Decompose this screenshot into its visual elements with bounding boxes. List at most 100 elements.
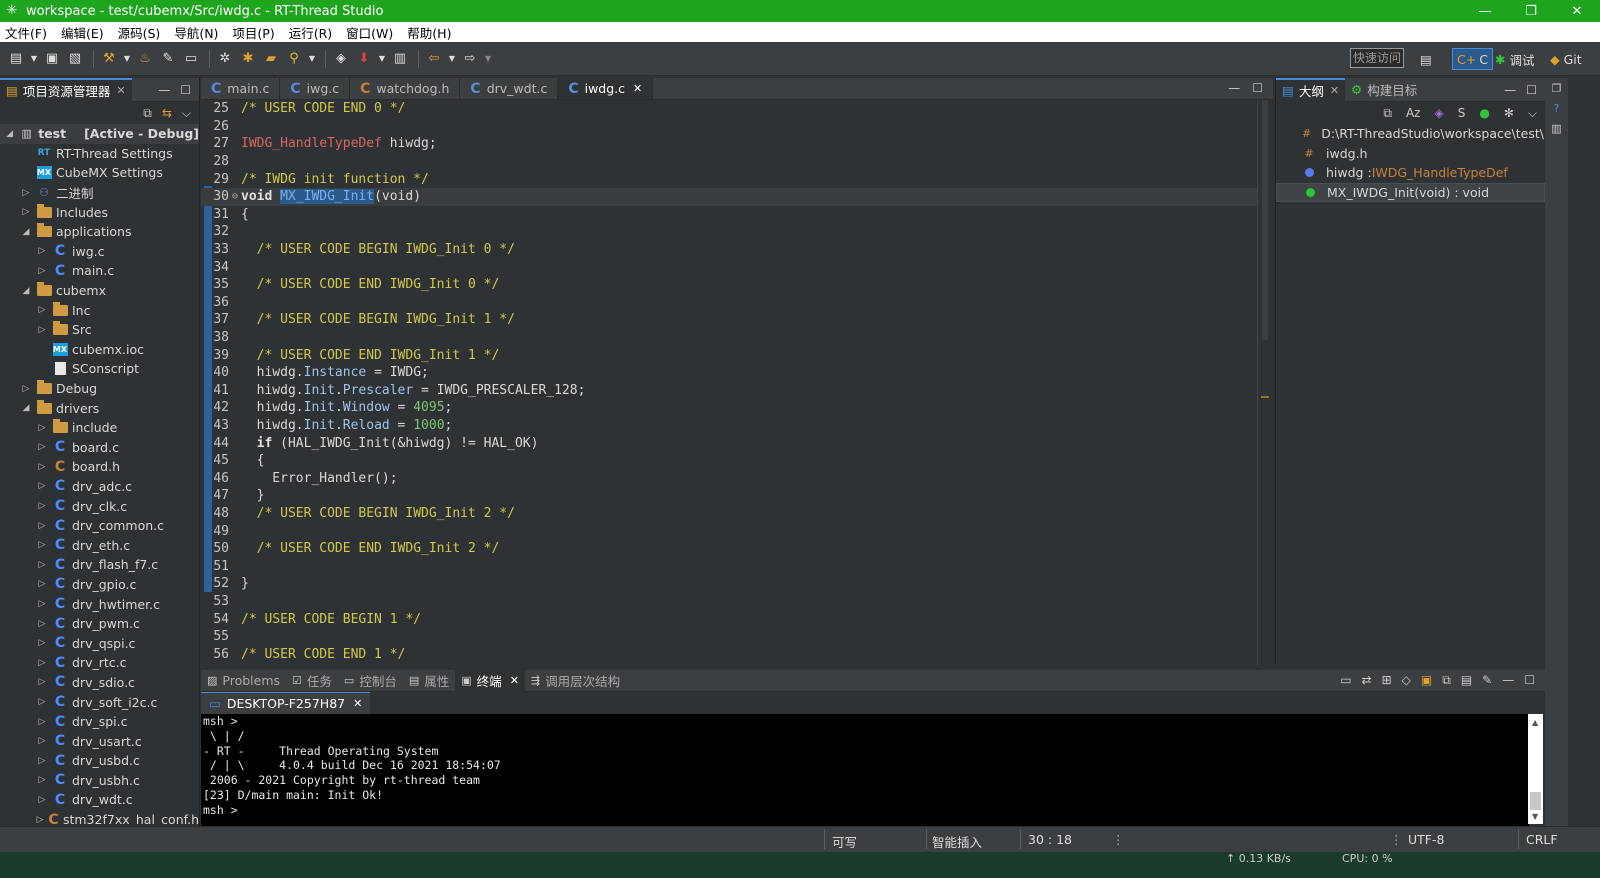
editor-tab[interactable]: Cmain.c [201,78,281,99]
collapsed-arrow-icon[interactable]: ▷ [36,658,48,668]
code-line[interactable]: 43 hiwdg. Init. Reload = 1000; [201,417,1257,435]
tab-project-explorer[interactable]: ▤ 项目资源管理器 ✕ [0,77,132,102]
code-line[interactable]: 32 [201,223,1257,241]
expanded-arrow-icon[interactable]: ◢ [20,403,32,413]
tree-item[interactable]: ▷ Cdrv_hwtimer.c [0,594,199,614]
tree-item[interactable]: ▷ Cdrv_rtc.c [0,653,199,673]
code-line[interactable]: 42 hiwdg. Init. Window = 4095; [201,399,1257,417]
minimized-view-icon[interactable]: ▥ [1549,122,1565,138]
tree-item[interactable]: ▷ Cdrv_usbh.c [0,771,199,791]
collapsed-arrow-icon[interactable]: ▷ [36,795,48,805]
editor-tab[interactable]: Cdrv_wdt.c [460,78,559,99]
bottom-tab[interactable]: ▨ Problems [201,670,286,692]
collapsed-arrow-icon[interactable]: ▷ [36,717,48,727]
terminal-output[interactable]: msh > \ | / - RT - Thread Operating Syste… [201,714,1529,826]
maximize-button[interactable]: ❐ [1508,4,1554,19]
collapsed-arrow-icon[interactable]: ▷ [36,775,48,785]
scroll-up-icon[interactable]: ▲ [1532,718,1538,727]
tree-item[interactable]: ▷ Cdrv_gpio.c [0,575,199,595]
tree-item[interactable]: ▷ Cdrv_adc.c [0,477,199,497]
collapsed-arrow-icon[interactable]: ▷ [36,462,48,472]
collapsed-arrow-icon[interactable]: ▷ [36,442,48,452]
tree-item[interactable]: ▷ ⚇ 二进制 [0,183,199,203]
perspective-debug-button[interactable]: ✱ 调试 [1495,48,1535,70]
quick-access-input[interactable]: 快速访问 [1350,48,1404,68]
bottom-tab[interactable]: ⇶ 调用层次结构 [525,670,626,692]
collapsed-arrow-icon[interactable]: ▷ [36,305,48,315]
scroll-lock-icon[interactable]: ⊞ [1382,673,1392,688]
tree-item[interactable]: RT RT-Thread Settings [0,144,199,164]
tree-item[interactable]: ▷ Cdrv_usbd.c [0,751,199,771]
download-icon[interactable]: ⬇ [354,49,374,69]
collapsed-arrow-icon[interactable]: ▷ [36,560,48,570]
menu-item-3[interactable]: 导航(N) [169,23,223,42]
bottom-tab[interactable]: ▤ 属性 [403,670,455,692]
collapsed-arrow-icon[interactable]: ▷ [36,325,48,335]
outline-tab[interactable]: ⚙ 构建目标 [1345,78,1423,102]
menu-item-1[interactable]: 编辑(E) [56,23,109,42]
collapsed-arrow-icon[interactable]: ▷ [36,756,48,766]
code-line[interactable]: 25 /* USER CODE END 0 */ [201,100,1257,118]
view-menu-icon[interactable]: ⌵ [1528,106,1537,121]
sort-icon[interactable]: Az [1406,106,1421,120]
bottom-tab[interactable]: ▣ 终端 ✕ [455,669,525,692]
dropdown-icon[interactable]: ▼ [377,49,387,69]
scroll-down-icon[interactable]: ▼ [1532,812,1538,821]
tree-item[interactable]: ▷ include [0,418,199,438]
link-editor-icon[interactable]: ⇆ [162,106,172,120]
minimize-panel-icon[interactable]: — [1502,673,1514,688]
restore-icon[interactable]: ❐ [1549,82,1565,98]
code-line[interactable]: 48 /* USER CODE BEGIN IWDG_Init 2 */ [201,505,1257,523]
tools-icon[interactable]: ✎ [158,49,178,69]
collapsed-arrow-icon[interactable]: ▷ [36,697,48,707]
fold-icon[interactable]: ⊖ [229,191,241,202]
hide-fields-icon[interactable]: ◈ [1434,106,1443,120]
tree-item[interactable]: ▷ Cdrv_sdio.c [0,673,199,693]
outline-tab[interactable]: ▤ 大纲 ✕ [1276,77,1346,102]
maximize-panel-icon[interactable]: ☐ [180,83,191,97]
collapse-all-icon[interactable]: ⧉ [143,106,152,121]
collapsed-arrow-icon[interactable]: ▷ [20,384,32,394]
code-line[interactable]: 55 [201,628,1257,646]
monitor-icon[interactable]: ▭ [181,49,201,69]
encoding-status[interactable]: UTF-8 [1408,832,1444,847]
tree-item[interactable]: ▷ Cboard.h [0,457,199,477]
scrollbar-thumb[interactable] [1530,792,1541,810]
search-icon[interactable]: ⚲ [284,49,304,69]
menu-item-0[interactable]: 文件(F) [0,23,52,42]
menu-item-4[interactable]: 项目(P) [227,23,279,42]
bottom-tab[interactable]: ☑ 任务 [286,670,338,692]
tree-item[interactable]: SConscript [0,359,199,379]
view-menu-icon[interactable]: ⌵ [182,106,191,121]
tree-item[interactable]: ◢ ▥ test [Active - Debug] [0,124,199,144]
collapsed-arrow-icon[interactable]: ▷ [36,619,48,629]
expanded-arrow-icon[interactable]: ◢ [20,286,32,296]
sdk-icon[interactable]: ◈ [331,49,351,69]
collapsed-arrow-icon[interactable]: ▷ [36,266,48,276]
code-line[interactable]: 34 [201,258,1257,276]
collapsed-arrow-icon[interactable]: ▷ [36,736,48,746]
minimize-panel-icon[interactable]: — [1504,83,1516,97]
tree-item[interactable]: ▷ Src [0,320,199,340]
menu-item-6[interactable]: 窗口(W) [341,23,398,42]
outline-item[interactable]: # iwdg.h [1276,144,1545,164]
outline-item[interactable]: hiwdg : IWDG_HandleTypeDef [1276,163,1545,183]
code-line[interactable]: 37 /* USER CODE BEGIN IWDG_Init 1 */ [201,311,1257,329]
code-line[interactable]: 31 { [201,206,1257,224]
dropdown-icon[interactable]: ▼ [122,49,132,69]
collapsed-arrow-icon[interactable]: ▷ [36,423,48,433]
display-selected-icon[interactable]: ▭ [1340,673,1351,688]
paste-icon[interactable]: ▤ [1461,673,1472,688]
code-line[interactable]: 41 hiwdg. Init. Prescaler = IWDG_PRESCALER… [201,382,1257,400]
tree-item[interactable]: ▷ Debug [0,379,199,399]
dropdown-icon[interactable]: ▼ [447,49,457,69]
outline-item[interactable]: # D:\RT-ThreadStudio\workspace\test\rt [1276,124,1545,144]
code-line[interactable]: 54 /* USER CODE BEGIN 1 */ [201,610,1257,628]
code-line[interactable]: 36 [201,294,1257,312]
overview-ruler[interactable] [1258,100,1272,665]
code-line[interactable]: 33 /* USER CODE BEGIN IWDG_Init 0 */ [201,241,1257,259]
dropdown-icon[interactable]: ▼ [483,49,493,69]
maximize-editor-icon[interactable]: ☐ [1252,81,1263,95]
editor-tab[interactable]: Cwatchdog.h [350,78,461,99]
close-button[interactable]: ✕ [1554,4,1600,19]
